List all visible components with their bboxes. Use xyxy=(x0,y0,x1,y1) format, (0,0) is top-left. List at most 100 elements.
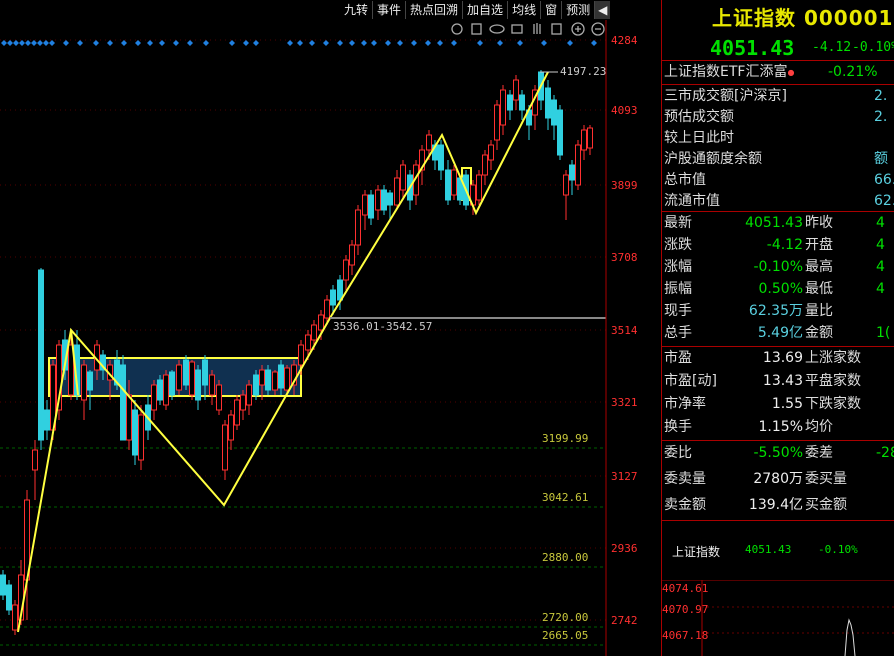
candle-body xyxy=(163,374,169,406)
row-value: 1.15% xyxy=(758,419,803,435)
toolbar-item-forecast[interactable]: 预测 xyxy=(562,0,596,19)
valuation-row[interactable]: 市净率 1.55 下跌家数 xyxy=(664,394,893,415)
divider xyxy=(662,440,894,441)
candle-body xyxy=(387,192,393,206)
info-row[interactable]: 流通市值 62.9 xyxy=(664,191,894,212)
signal-dot xyxy=(297,40,303,46)
info-row[interactable]: 三市成交额[沪深京] 2. xyxy=(664,86,887,107)
copy-icon[interactable] xyxy=(471,23,482,35)
settings-icon[interactable] xyxy=(451,23,463,35)
toolbar-item-hotspot[interactable]: 热点回溯 xyxy=(406,0,464,19)
row-value: 13.43 xyxy=(762,373,803,389)
hand-icon[interactable] xyxy=(533,23,541,34)
signal-dot xyxy=(173,40,179,46)
row-value-2: 4 xyxy=(876,215,885,231)
candle-body xyxy=(298,344,304,366)
candle-body xyxy=(381,189,387,211)
row-label: 振幅 xyxy=(664,281,692,297)
row-label-2: 量比 xyxy=(805,303,833,319)
basket-icon[interactable] xyxy=(511,24,523,34)
order-row[interactable]: 委卖量 2780万 委买量 xyxy=(664,469,893,490)
row-label-2: 最高 xyxy=(805,259,833,275)
candle-body xyxy=(355,209,361,246)
info-label: 预估成交额 xyxy=(664,109,734,125)
order-row[interactable]: 卖金额 139.4亿 买金额 xyxy=(664,495,893,516)
info-row[interactable]: 总市值 66. xyxy=(664,170,894,191)
row-value: 5.49亿 xyxy=(757,325,803,341)
row-label-2: 上涨家数 xyxy=(805,350,861,366)
candle-body xyxy=(265,369,271,391)
signal-dot xyxy=(229,40,235,46)
toolbar-item-window[interactable]: 窗 xyxy=(541,0,563,19)
quote-row[interactable]: 涨跌 -4.12 开盘 4 xyxy=(664,235,893,256)
signal-dot xyxy=(425,40,431,46)
row-label-2: 委差 xyxy=(805,445,833,461)
row-label: 涨跌 xyxy=(664,237,692,253)
candle-body xyxy=(44,409,50,431)
candle-body xyxy=(394,177,400,206)
valuation-row[interactable]: 市盈 13.69 上涨家数 xyxy=(664,348,893,369)
info-row[interactable]: 预估成交额 2. xyxy=(664,107,887,128)
gap-label: 3536.01-3542.57 xyxy=(333,320,432,333)
signal-dot xyxy=(43,40,49,46)
candle-body xyxy=(87,371,93,391)
mini-name: 上证指数 xyxy=(672,545,721,559)
candle-body xyxy=(476,174,482,201)
order-row[interactable]: 委比 -5.50%委差 -28 xyxy=(664,443,894,464)
candle-body xyxy=(120,364,126,441)
signal-dot xyxy=(253,40,259,46)
collapse-panel-icon[interactable]: ◀ xyxy=(595,0,611,19)
info-row[interactable]: 沪股通额度余额 额 xyxy=(664,149,888,170)
candle-body xyxy=(507,94,513,111)
candle-body xyxy=(500,89,506,126)
signal-dot xyxy=(451,40,457,46)
quote-row[interactable]: 最新 4051.43 昨收 4 xyxy=(664,213,893,234)
toolbar-item-ma[interactable]: 均线 xyxy=(508,0,542,19)
candle-body xyxy=(189,361,195,396)
valuation-row[interactable]: 换手 1.15% 均价 xyxy=(664,417,893,438)
candle-body xyxy=(488,144,494,161)
row-label: 市盈 xyxy=(664,350,692,366)
candle-body xyxy=(246,384,252,406)
etf-row[interactable]: 上证指数ETF汇添富● -0.21% xyxy=(664,62,878,83)
signal-dot xyxy=(337,40,343,46)
candle-body xyxy=(426,134,432,151)
kline-chart[interactable]: 3199.99 3042.61 2880.00 2720.00 2665.05 3536… xyxy=(0,0,662,656)
info-row[interactable]: 较上日此时 xyxy=(664,128,734,149)
layers-icon[interactable] xyxy=(551,23,562,35)
candle-body xyxy=(305,334,311,351)
quote-row[interactable]: 现手 62.35万 量比 xyxy=(664,301,893,322)
quote-row[interactable]: 涨幅 -0.10% 最高 4 xyxy=(664,257,893,278)
mini-y-label: 4074.61 xyxy=(662,582,708,595)
y-axis-label: 3708 xyxy=(611,251,638,264)
chart-icon-toolbar[interactable] xyxy=(451,22,605,36)
candle-body xyxy=(569,164,575,181)
toolbar-item-jiuzhuan[interactable]: 九转 xyxy=(340,0,374,19)
candle-body xyxy=(438,144,444,171)
candle-body xyxy=(126,394,132,441)
candle-body xyxy=(6,584,12,611)
candle-body xyxy=(284,367,290,391)
level-label: 2880.00 xyxy=(542,551,588,564)
signal-dot xyxy=(135,40,141,46)
toolbar-item-events[interactable]: 事件 xyxy=(373,0,407,19)
divider xyxy=(662,211,894,212)
valuation-row[interactable]: 市盈[动] 13.43 平盘家数 xyxy=(664,371,893,392)
toolbar-item-add-watchlist[interactable]: 加自选 xyxy=(463,0,509,19)
signal-dot xyxy=(159,40,165,46)
info-value: 额 xyxy=(874,151,888,167)
info-label: 较上日此时 xyxy=(664,130,734,146)
intraday-mini-chart[interactable]: 4074.61 4070.97 4067.18 xyxy=(662,580,894,656)
quote-row[interactable]: 振幅 0.50% 最低 4 xyxy=(664,279,893,300)
quote-row[interactable]: 总手 5.49亿 金额 1( xyxy=(664,323,893,344)
y-axis-labels: 4284 4093 3899 3708 3514 3321 3127 2936 2742 xyxy=(611,34,638,627)
signal-dot xyxy=(49,40,55,46)
eye-icon[interactable] xyxy=(489,24,505,34)
candle-body xyxy=(32,449,38,471)
row-label: 最新 xyxy=(664,215,692,231)
candle-body xyxy=(318,314,324,331)
candle-body xyxy=(169,371,175,396)
divider xyxy=(662,520,894,521)
row-value: 62.35万 xyxy=(748,303,803,319)
mini-ticker[interactable]: 上证指数 4051.43 -0.10% xyxy=(672,543,858,560)
